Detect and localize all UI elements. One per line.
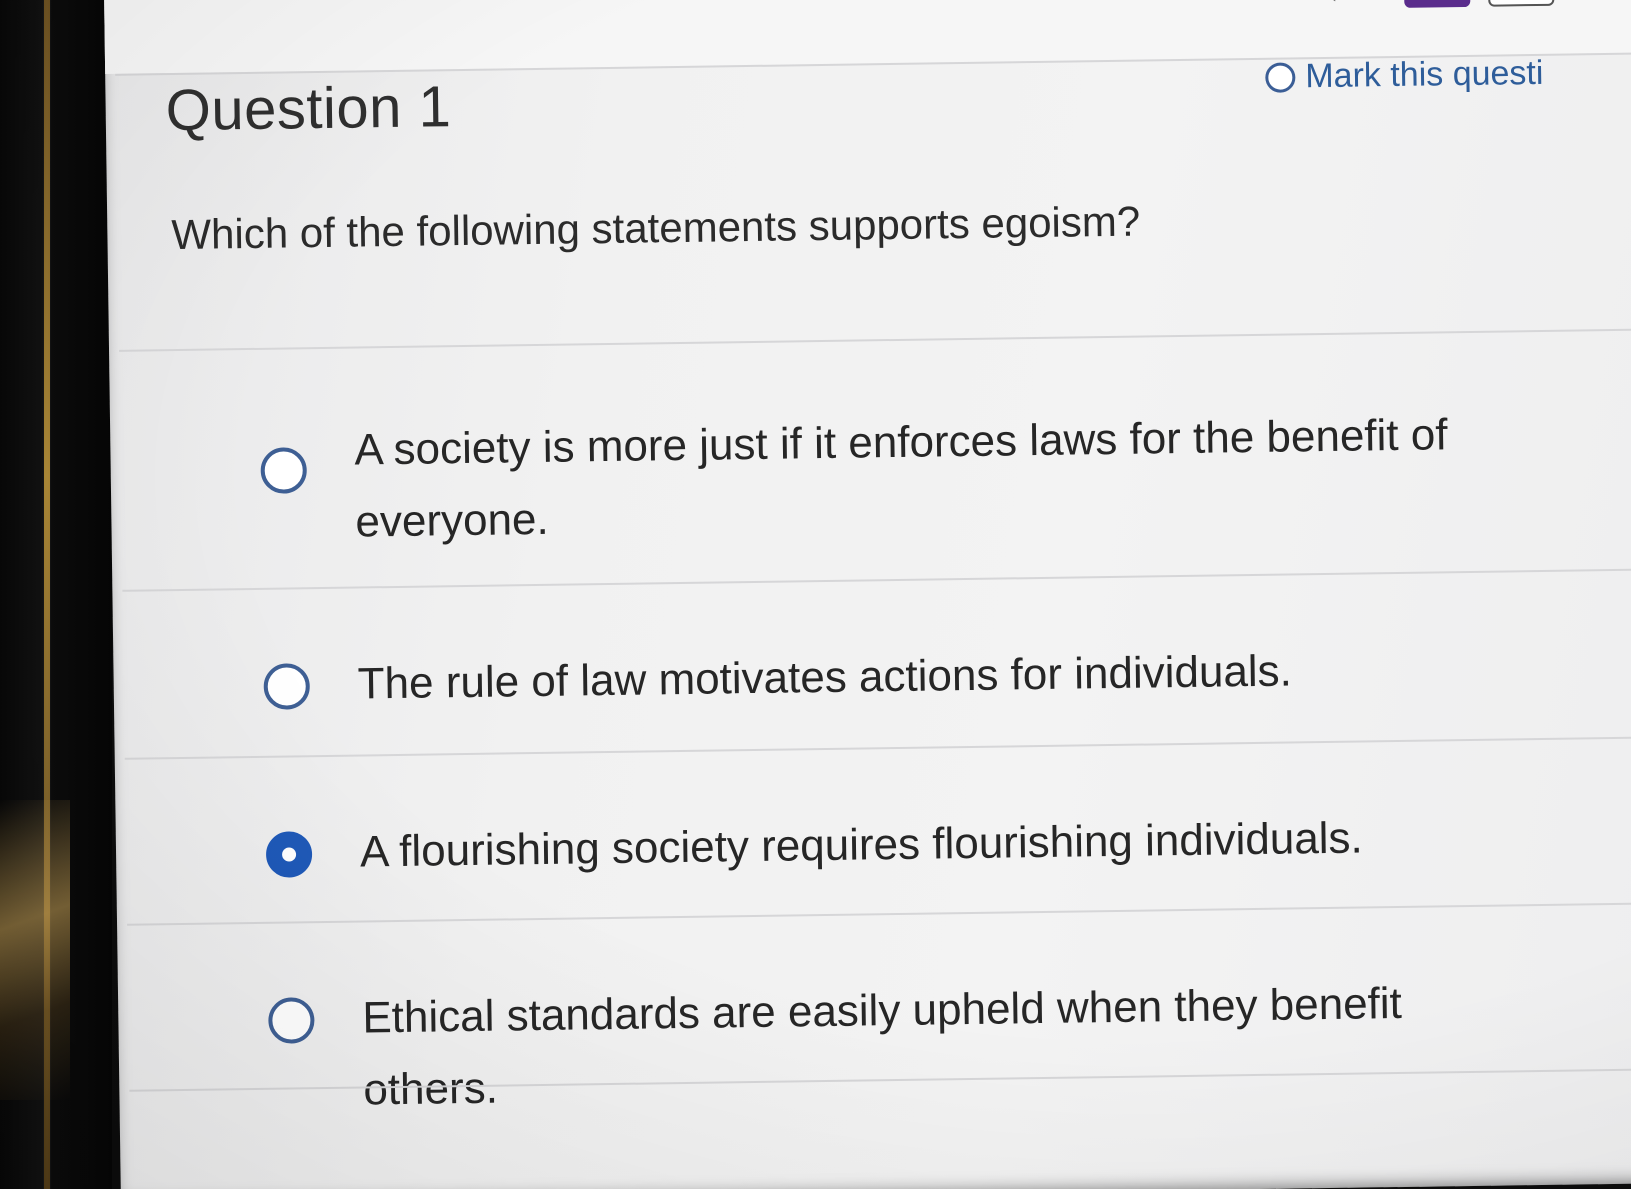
answer-option-label: A flourishing society requires flourishi… (359, 813, 1364, 877)
mark-question-toggle[interactable]: Mark this questi (1265, 54, 1544, 97)
option-divider (127, 902, 1631, 926)
bezel-glare (0, 800, 70, 1100)
radio-button-icon[interactable] (268, 997, 315, 1044)
photo-stage: ╲ 1 2 Question 1 Mark this questi Which … (0, 0, 1631, 1189)
page-button-next[interactable]: 2 (1487, 0, 1555, 7)
answer-option[interactable]: A society is more just if it enforces la… (260, 396, 1631, 560)
answer-option-selected[interactable]: A flourishing society requires flourishi… (265, 798, 1631, 890)
option-divider (122, 568, 1631, 592)
answer-option-label: Ethical standards are easily upheld when… (362, 978, 1403, 1115)
question-prompt: Which of the following statements suppor… (171, 197, 1141, 259)
prompt-divider (119, 328, 1631, 352)
page-button-current[interactable]: 1 (1403, 0, 1471, 8)
answer-option[interactable]: Ethical standards are easily upheld when… (268, 964, 1631, 1128)
answer-option-label: The rule of law motivates actions for in… (357, 646, 1293, 709)
option-divider (124, 736, 1631, 760)
quiz-screen: ╲ 1 2 Question 1 Mark this questi Which … (104, 0, 1631, 1189)
radio-button-icon[interactable] (263, 663, 311, 710)
radio-button-selected-icon[interactable] (265, 831, 313, 878)
mark-radio-icon[interactable] (1265, 61, 1296, 93)
question-title: Question 1 (165, 74, 452, 144)
radio-button-icon[interactable] (260, 447, 308, 494)
answer-option[interactable]: The rule of law motivates actions for in… (263, 630, 1631, 722)
answer-option-label: A society is more just if it enforces la… (354, 410, 1448, 547)
mark-question-label: Mark this questi (1305, 53, 1544, 96)
